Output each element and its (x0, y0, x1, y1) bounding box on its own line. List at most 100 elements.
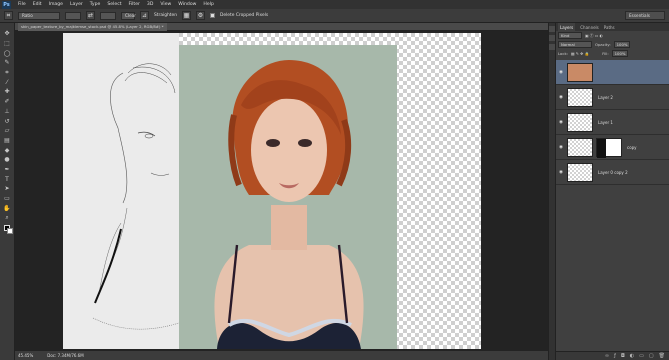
layers-panel-footer: ∞ ƒ ◘ ◐ ▭ ▢ 🗑 (556, 351, 669, 360)
swap-icon[interactable]: ⇄ (86, 11, 95, 20)
gradient-icon[interactable]: ▤ (2, 136, 12, 146)
blur-icon[interactable]: ◆ (2, 145, 12, 155)
layer-thumbnail (567, 137, 593, 157)
properties-icon[interactable] (549, 35, 555, 41)
marquee-icon[interactable]: ⬚ (2, 39, 12, 49)
lasso-icon[interactable]: ◯ (2, 48, 12, 58)
layer-mask-thumbnail[interactable] (596, 137, 622, 158)
background-color-swatch[interactable] (6, 227, 13, 234)
quick-select-icon[interactable]: ✎ (2, 58, 12, 68)
layer-row-layer-1[interactable]: ◉ Layer 1 (556, 110, 669, 135)
menu-image[interactable]: Image (49, 2, 63, 7)
crop-settings-icon[interactable]: ⚙ (196, 11, 205, 20)
type-icon[interactable]: T (2, 174, 12, 184)
link-layers-icon[interactable]: ∞ (605, 353, 609, 359)
workspace-select[interactable]: Essentials (625, 11, 665, 20)
blend-mode-value: Normal (561, 42, 575, 47)
menu-bar: Ps File Edit Image Layer Type Select Fil… (0, 0, 669, 9)
history-brush-icon[interactable]: ↺ (2, 116, 12, 126)
clear-button[interactable]: Clear (121, 11, 136, 20)
layer-thumbnail (567, 112, 593, 132)
document-tab-bar: skin_paper_texture_by_majklemse_stock.ps… (15, 22, 548, 31)
portrait-photo-layer (179, 45, 397, 349)
layer-name: Layer 0 copy 2 (598, 169, 628, 175)
delete-layer-icon[interactable]: 🗑 (659, 353, 665, 359)
ratio-height-input[interactable] (100, 11, 116, 20)
menu-view[interactable]: View (160, 2, 171, 7)
visibility-eye-icon[interactable]: ◉ (558, 169, 564, 175)
clear-label: Clear (125, 13, 136, 18)
fx-icon[interactable]: ƒ (614, 353, 616, 359)
layer-row-selected[interactable]: ◉ (556, 60, 669, 85)
new-group-icon[interactable]: ▭ (639, 353, 644, 359)
layer-name: Layer 2 (598, 94, 613, 100)
tools-panel: ✥ ⬚ ◯ ✎ ⌗ ⁄ ✚ ✐ ⊥ ↺ ▱ ▤ ◆ ● ✒ T ➤ ▭ ✋ ⌕ (0, 23, 15, 360)
adjustment-layer-icon[interactable]: ◐ (630, 353, 634, 359)
path-select-icon[interactable]: ➤ (2, 184, 12, 194)
new-layer-icon[interactable]: ▢ (649, 353, 654, 359)
filter-icons[interactable]: ▣ Ⓣ ▭ ◐ (585, 33, 603, 39)
pen-icon[interactable]: ✒ (2, 165, 12, 175)
menu-edit[interactable]: Edit (33, 2, 42, 7)
document-tab[interactable]: skin_paper_texture_by_majklemse_stock.ps… (18, 22, 167, 31)
hand-icon[interactable]: ✋ (2, 203, 12, 213)
portrait-photo (179, 45, 397, 349)
brush-icon[interactable]: ✐ (2, 97, 12, 107)
visibility-eye-icon[interactable]: ◉ (558, 94, 564, 100)
layer-row-layer-0-copy-2[interactable]: ◉ Layer 0 copy 2 (556, 160, 669, 185)
menu-layer[interactable]: Layer (70, 2, 83, 7)
opacity-input[interactable]: 100% (613, 41, 630, 48)
pencil-sketch-drawing (92, 63, 180, 330)
kind-filter-select[interactable]: Kind (558, 32, 582, 39)
ratio-width-input[interactable] (65, 11, 81, 20)
delete-cropped-checkbox[interactable] (210, 13, 215, 18)
character-icon[interactable] (549, 44, 555, 50)
menu-filter[interactable]: Filter (129, 2, 140, 7)
lock-icons[interactable]: ▦ ✎ ✥ 🔒 (571, 51, 589, 56)
crop-icon[interactable]: ⌗ (2, 68, 12, 78)
fill-value: 100% (614, 51, 626, 56)
straighten-icon[interactable]: ⊿ (140, 11, 149, 20)
move-icon[interactable]: ✥ (2, 29, 12, 39)
zoom-level[interactable]: 45.45% (18, 353, 33, 358)
menu-help[interactable]: Help (203, 2, 213, 7)
eraser-icon[interactable]: ▱ (2, 126, 12, 136)
zoom-icon[interactable]: ⌕ (2, 213, 12, 223)
healing-icon[interactable]: ✚ (2, 87, 12, 97)
panel-tabs: Layers Channels Paths (556, 23, 669, 31)
layer-name: copy (627, 144, 637, 150)
menu-file[interactable]: File (18, 2, 26, 7)
tab-paths[interactable]: Paths (604, 25, 615, 30)
fill-input[interactable]: 100% (611, 50, 628, 57)
layer-row-layer-2[interactable]: ◉ Layer 2 (556, 85, 669, 110)
opacity-value: 100% (616, 42, 628, 47)
blend-row: Normal Opacity: 100% (556, 40, 669, 49)
photoshop-logo: Ps (2, 0, 11, 9)
canvas-area[interactable] (15, 31, 548, 351)
overlay-grid-icon[interactable]: ▦ (182, 11, 191, 20)
straighten-label: Straighten (154, 13, 177, 18)
eyedropper-icon[interactable]: ⁄ (2, 77, 12, 87)
crop-tool-icon[interactable]: ⌗ (4, 11, 13, 20)
tab-channels[interactable]: Channels (580, 25, 599, 30)
visibility-eye-icon[interactable]: ◉ (558, 119, 564, 125)
shape-icon[interactable]: ▭ (2, 194, 12, 204)
lock-label: Lock: (558, 51, 568, 56)
visibility-eye-icon[interactable]: ◉ (558, 144, 564, 150)
stamp-icon[interactable]: ⊥ (2, 107, 12, 117)
visibility-eye-icon[interactable]: ◉ (558, 69, 564, 75)
add-mask-icon[interactable]: ◘ (621, 353, 625, 359)
layer-thumbnail (567, 162, 593, 182)
layer-row-copy[interactable]: ◉ copy (556, 135, 669, 160)
ratio-select[interactable]: Ratio (18, 11, 60, 20)
layer-name: Layer 1 (598, 119, 613, 125)
dodge-icon[interactable]: ● (2, 155, 12, 165)
menu-type[interactable]: Type (90, 2, 101, 7)
menu-3d[interactable]: 3D (147, 2, 153, 7)
menu-select[interactable]: Select (107, 2, 121, 7)
tab-layers[interactable]: Layers (558, 23, 576, 31)
panel-dock (548, 23, 556, 360)
history-icon[interactable] (549, 26, 555, 32)
blend-mode-select[interactable]: Normal (558, 41, 592, 48)
menu-window[interactable]: Window (178, 2, 196, 7)
